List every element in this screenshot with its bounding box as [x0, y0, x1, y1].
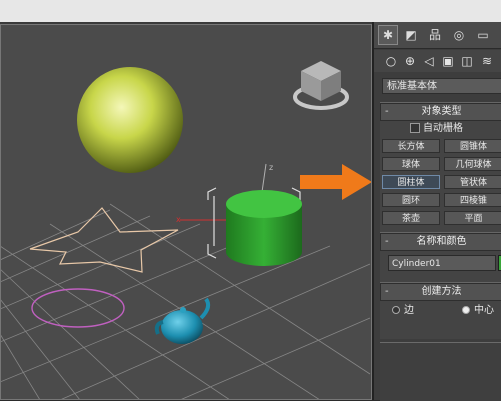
- autogrid-checkbox[interactable]: 自动栅格: [410, 123, 463, 135]
- name-color-title: 名称和颜色: [416, 236, 467, 247]
- name-color-rollout: - 名称和颜色 Cylinder01: [380, 232, 501, 285]
- modify-icon[interactable]: ◩: [402, 26, 420, 44]
- creation-method-header[interactable]: - 创建方法: [380, 283, 501, 301]
- object-type-rollout: - 对象类型 自动栅格 长方体 圆锥体 球体 几何球体 圆柱体 管状体 圆环 四棱…: [380, 102, 501, 253]
- object-type-header[interactable]: - 对象类型: [380, 103, 501, 121]
- radio-dot[interactable]: [392, 306, 400, 314]
- helpers-icon[interactable]: ◫: [460, 53, 474, 69]
- parameters-area: [380, 342, 501, 401]
- creation-method-rollout: - 创建方法 边 中心: [380, 282, 501, 339]
- center-radio[interactable]: 中心: [462, 305, 494, 317]
- tube-button[interactable]: 管状体: [444, 175, 501, 189]
- geometry-icon[interactable]: ○: [384, 53, 398, 69]
- space-warps-icon[interactable]: ≋: [480, 53, 494, 69]
- cameras-icon[interactable]: ▣: [441, 53, 455, 69]
- motion-icon[interactable]: ◎: [450, 26, 468, 44]
- autogrid-label: 自动栅格: [423, 123, 463, 134]
- top-strip: [0, 0, 501, 24]
- geosphere-button[interactable]: 几何球体: [444, 157, 501, 171]
- command-panel: ✱ ◩ 品 ◎ ▭ ○ ⊕ ◁ ▣ ◫ ≋ 标准基本体 - 对象类型 自动栅格 长…: [372, 22, 501, 401]
- edge-label: 边: [404, 305, 414, 316]
- center-label: 中心: [474, 305, 494, 316]
- name-color-header[interactable]: - 名称和颜色: [380, 233, 501, 251]
- display-icon[interactable]: ▭: [474, 26, 492, 44]
- lights-icon[interactable]: ◁: [422, 53, 436, 69]
- radio-dot-selected[interactable]: [462, 306, 470, 314]
- category-dropdown[interactable]: 标准基本体: [382, 78, 501, 94]
- checkbox-box[interactable]: [410, 123, 420, 133]
- panel-tabs: ✱ ◩ 品 ◎ ▭: [374, 22, 501, 49]
- torus-button[interactable]: 圆环: [382, 193, 440, 207]
- plane-button[interactable]: 平面: [444, 211, 501, 225]
- perspective-viewport[interactable]: x z: [0, 24, 372, 400]
- create-icon[interactable]: ✱: [378, 25, 398, 45]
- creation-method-title: 创建方法: [421, 286, 462, 297]
- object-type-title: 对象类型: [421, 106, 462, 117]
- hierarchy-icon[interactable]: 品: [426, 26, 444, 44]
- create-subtabs: ○ ⊕ ◁ ▣ ◫ ≋: [374, 50, 501, 72]
- box-button[interactable]: 长方体: [382, 139, 440, 153]
- teapot-button[interactable]: 茶壶: [382, 211, 440, 225]
- shapes-icon[interactable]: ⊕: [403, 53, 417, 69]
- pyramid-button[interactable]: 四棱锥: [444, 193, 501, 207]
- viewport-frame: [0, 24, 372, 400]
- cylinder-button[interactable]: 圆柱体: [382, 175, 440, 189]
- sphere-button[interactable]: 球体: [382, 157, 440, 171]
- edge-radio[interactable]: 边: [392, 305, 414, 317]
- object-name-field[interactable]: Cylinder01: [388, 255, 496, 271]
- cone-button[interactable]: 圆锥体: [444, 139, 501, 153]
